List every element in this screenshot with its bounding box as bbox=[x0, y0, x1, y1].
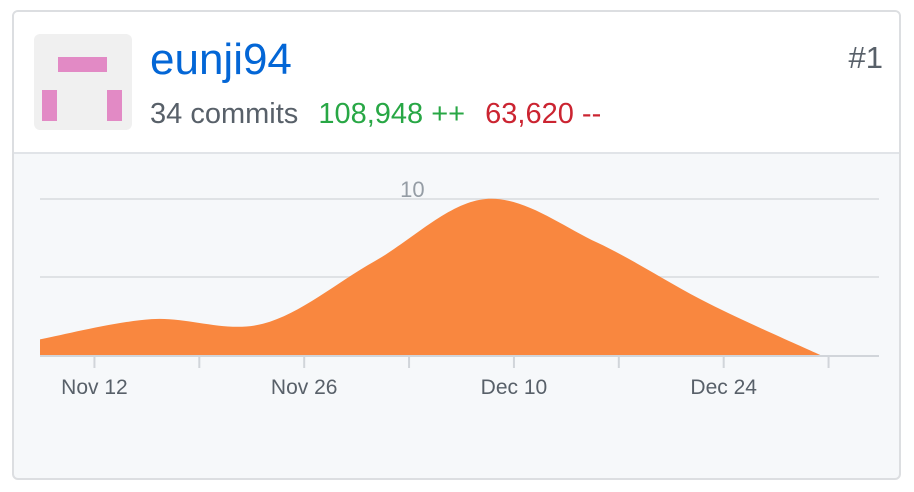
identicon-left-block bbox=[42, 90, 57, 121]
rank-label: #1 bbox=[848, 40, 883, 75]
username-link[interactable]: eunji94 bbox=[150, 38, 292, 82]
identicon-bar bbox=[58, 57, 107, 72]
additions-count: 108,948 ++ bbox=[318, 98, 466, 130]
x-tick-label: Nov 26 bbox=[271, 376, 338, 399]
commits-link[interactable]: 34 commits bbox=[150, 98, 298, 130]
deletions-count: 63,620 -- bbox=[485, 98, 602, 130]
identicon-right-block bbox=[107, 90, 122, 121]
contributor-card: eunji94 34 commits 108,948 ++ 63,620 -- … bbox=[12, 10, 901, 480]
commit-activity-chart: Nov 12 Nov 26 Dec 10 Dec 24 10 bbox=[40, 177, 879, 399]
identicon-icon bbox=[42, 57, 122, 121]
contributor-header: eunji94 34 commits 108,948 ++ 63,620 -- … bbox=[14, 12, 899, 154]
avatar[interactable] bbox=[34, 34, 132, 130]
x-tick-label: Dec 10 bbox=[481, 376, 548, 399]
y-axis-max-label: 10 bbox=[400, 177, 424, 202]
x-tick-label: Dec 24 bbox=[690, 376, 757, 399]
contribution-stats: 34 commits 108,948 ++ 63,620 -- bbox=[150, 100, 601, 129]
x-tick-label: Nov 12 bbox=[61, 376, 128, 399]
